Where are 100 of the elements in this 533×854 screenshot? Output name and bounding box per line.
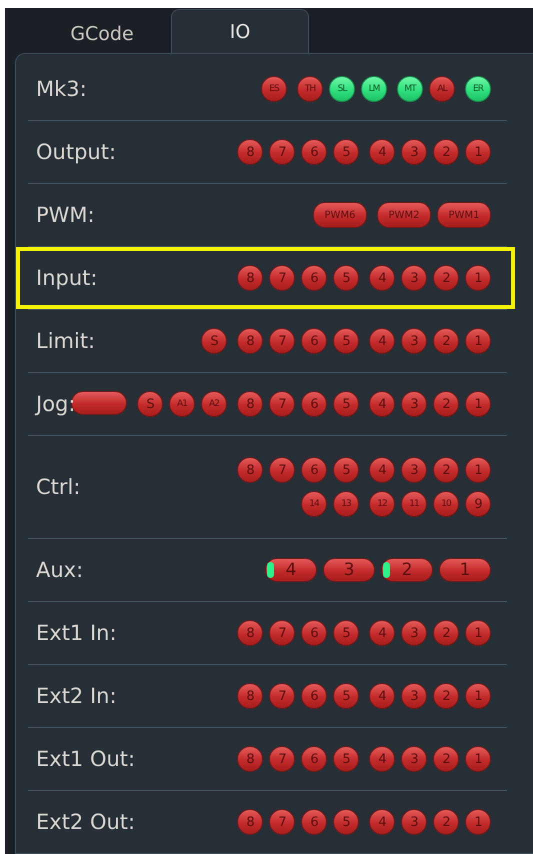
led-indicator: MT xyxy=(397,76,423,102)
row-label: Ext2 In: xyxy=(36,684,117,708)
led-indicator: 11 xyxy=(401,491,427,517)
led-indicator: 7 xyxy=(269,809,295,835)
led-indicator: 8 xyxy=(237,391,263,417)
led-indicator: 6 xyxy=(301,809,327,835)
led-indicator: 7 xyxy=(269,620,295,646)
led-indicator: 2 xyxy=(433,328,459,354)
led-indicator: 9 xyxy=(465,491,491,517)
led-indicator: 4 xyxy=(369,457,395,483)
led-indicator: 1 xyxy=(465,265,491,291)
led-indicator: 2 xyxy=(433,809,459,835)
led-indicator: 5 xyxy=(333,683,359,709)
led-indicator: 1 xyxy=(465,746,491,772)
led-indicator: 6 xyxy=(301,746,327,772)
led-indicator: 7 xyxy=(269,457,295,483)
row-label: Ext1 In: xyxy=(36,621,117,645)
led-indicator: 4 xyxy=(369,391,395,417)
aux-indicator: 2 xyxy=(381,558,433,582)
led-indicator: 6 xyxy=(301,139,327,165)
led-indicator: S xyxy=(137,391,163,417)
row-label: Ext1 Out: xyxy=(36,747,136,771)
led-indicator: 8 xyxy=(237,620,263,646)
led-indicator: 6 xyxy=(301,620,327,646)
led-indicator: 7 xyxy=(269,746,295,772)
led-indicator: 6 xyxy=(301,683,327,709)
led-indicator: 1 xyxy=(465,328,491,354)
led-indicator: A2 xyxy=(201,391,227,417)
led-indicator: 7 xyxy=(269,683,295,709)
row-label: Aux: xyxy=(36,558,84,582)
led-indicator: AL xyxy=(429,76,455,102)
led-indicator: 2 xyxy=(433,391,459,417)
led-indicator: 5 xyxy=(333,328,359,354)
led-indicator: 1 xyxy=(465,139,491,165)
led-indicator: 5 xyxy=(333,139,359,165)
led-indicator: 5 xyxy=(333,809,359,835)
row-label: Mk3: xyxy=(36,77,87,101)
tab[interactable]: IO xyxy=(171,9,309,53)
row-label: Ext2 Out: xyxy=(36,810,136,834)
led-indicator: 1 xyxy=(465,620,491,646)
led-indicator: 3 xyxy=(401,457,427,483)
led-indicator: 2 xyxy=(433,746,459,772)
led-indicator: 8 xyxy=(237,139,263,165)
led-indicator: 3 xyxy=(401,391,427,417)
led-indicator: 5 xyxy=(333,457,359,483)
led-indicator: ER xyxy=(465,76,491,102)
led-indicator: SL xyxy=(329,76,355,102)
led-indicator: 3 xyxy=(401,328,427,354)
led-indicator: 14 xyxy=(301,491,327,517)
led-indicator: 2 xyxy=(433,620,459,646)
led-indicator: 4 xyxy=(369,746,395,772)
led-indicator: 8 xyxy=(237,265,263,291)
led-indicator: S xyxy=(201,328,227,354)
led-indicator: 7 xyxy=(269,328,295,354)
led-indicator: 6 xyxy=(301,328,327,354)
led-indicator: 2 xyxy=(433,683,459,709)
led-indicator: 8 xyxy=(237,457,263,483)
led-indicator: 4 xyxy=(369,683,395,709)
led-indicator: 4 xyxy=(369,265,395,291)
led-indicator: 3 xyxy=(401,139,427,165)
led-indicator: ES xyxy=(261,76,287,102)
led-indicator: 6 xyxy=(301,391,327,417)
led-indicator: TH xyxy=(297,76,323,102)
led-indicator: 2 xyxy=(433,457,459,483)
aux-indicator: 3 xyxy=(323,558,375,582)
led-indicator: 5 xyxy=(333,265,359,291)
row-label: Limit: xyxy=(36,329,96,353)
led-indicator: 12 xyxy=(369,491,395,517)
led-indicator: 8 xyxy=(237,809,263,835)
row-label: PWM: xyxy=(36,203,95,227)
led-indicator: 13 xyxy=(333,491,359,517)
led-indicator: 3 xyxy=(401,746,427,772)
led-indicator: PWM2 xyxy=(377,202,431,228)
row-label: Ctrl: xyxy=(36,475,80,499)
led-indicator: 8 xyxy=(237,746,263,772)
led-indicator: PWM1 xyxy=(437,202,491,228)
led-indicator: 1 xyxy=(465,683,491,709)
led-indicator: 4 xyxy=(369,139,395,165)
led-indicator: 6 xyxy=(301,265,327,291)
led-indicator: 5 xyxy=(333,620,359,646)
led-indicator: 1 xyxy=(465,809,491,835)
led-indicator: PWM6 xyxy=(313,202,367,228)
led-indicator: 4 xyxy=(369,620,395,646)
row-label: Output: xyxy=(36,140,116,164)
tab[interactable]: GCode xyxy=(33,13,171,53)
led-indicator: 7 xyxy=(269,391,295,417)
led-indicator: 2 xyxy=(433,139,459,165)
led-indicator: 4 xyxy=(369,809,395,835)
led-indicator: A1 xyxy=(169,391,195,417)
led-indicator: 2 xyxy=(433,265,459,291)
led-indicator: 1 xyxy=(465,457,491,483)
row-label: Jog: xyxy=(36,392,76,416)
led-indicator: 8 xyxy=(237,683,263,709)
led-indicator: 1 xyxy=(465,391,491,417)
led-indicator: 7 xyxy=(269,139,295,165)
led-indicator: 6 xyxy=(301,457,327,483)
aux-indicator: 4 xyxy=(265,558,317,582)
led-indicator: 3 xyxy=(401,809,427,835)
row-label: Input: xyxy=(36,266,98,290)
led-indicator: 3 xyxy=(401,620,427,646)
